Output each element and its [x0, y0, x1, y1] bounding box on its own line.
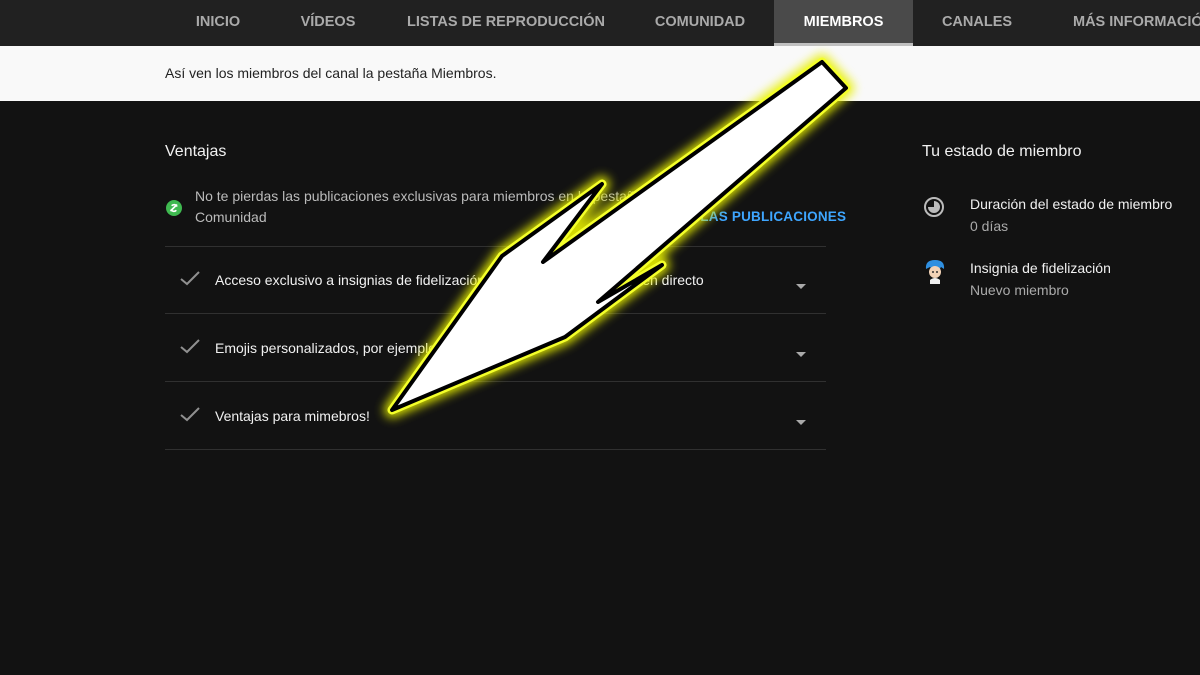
view-posts-link[interactable]: VER LAS PUBLICACIONES [668, 209, 846, 224]
perks-divider [165, 313, 826, 314]
preview-banner-text: Así ven los miembros del canal la pestañ… [165, 65, 497, 81]
status-duration-value: 0 días [970, 218, 1009, 234]
tab-mas-informacion[interactable]: MÁS INFORMACIÓN [1060, 0, 1200, 46]
check-icon [179, 405, 201, 428]
chevron-down-icon[interactable] [796, 345, 806, 363]
status-item-badge: Insignia de fidelización Nuevo miembro [922, 260, 1192, 304]
badge-avatar-icon [922, 258, 948, 291]
tab-videos[interactable]: VÍDEOS [288, 0, 368, 46]
tab-miembros[interactable]: MIEMBROS [774, 0, 913, 46]
perk-row[interactable]: Emojis personalizados, por ejemplo [165, 315, 826, 381]
tab-inicio[interactable]: INICIO [178, 0, 258, 46]
chevron-down-icon[interactable] [796, 413, 806, 431]
status-badge-title: Insignia de fidelización [970, 260, 1111, 276]
chevron-down-icon[interactable] [796, 277, 806, 295]
community-perk-text: No te pierdas las publicaciones exclusiv… [195, 188, 643, 225]
check-icon [179, 337, 201, 360]
status-item-duration: Duración del estado de miembro 0 días [922, 196, 1192, 240]
perks-divider [165, 381, 826, 382]
perk-row[interactable]: Ventajas para mimebros! [165, 383, 826, 449]
status-badge-value: Nuevo miembro [970, 282, 1069, 298]
membership-status-heading: Tu estado de miembro [922, 143, 1082, 160]
perks-divider [165, 449, 826, 450]
perk-row-label: Ventajas para mimebros! [215, 408, 370, 424]
preview-banner: Así ven los miembros del canal la pestañ… [0, 46, 1200, 101]
tab-canales[interactable]: CANALES [935, 0, 1019, 46]
clock-progress-icon [922, 196, 946, 225]
check-icon [179, 269, 201, 292]
perk-row-label: Acceso exclusivo a insignias de fideliza… [215, 272, 704, 288]
perks-heading: Ventajas [165, 143, 227, 160]
tab-listas-de-reproduccion[interactable]: LISTAS DE REPRODUCCIÓN [400, 0, 612, 46]
tab-comunidad[interactable]: COMUNIDAD [645, 0, 755, 46]
community-perk-icon [166, 200, 182, 216]
channel-tab-bar: INICIO VÍDEOS LISTAS DE REPRODUCCIÓN COM… [0, 0, 1200, 46]
status-duration-title: Duración del estado de miembro [970, 196, 1173, 212]
perk-row[interactable]: Acceso exclusivo a insignias de fideliza… [165, 247, 826, 313]
perk-row-label: Emojis personalizados, por ejemplo [215, 340, 436, 356]
